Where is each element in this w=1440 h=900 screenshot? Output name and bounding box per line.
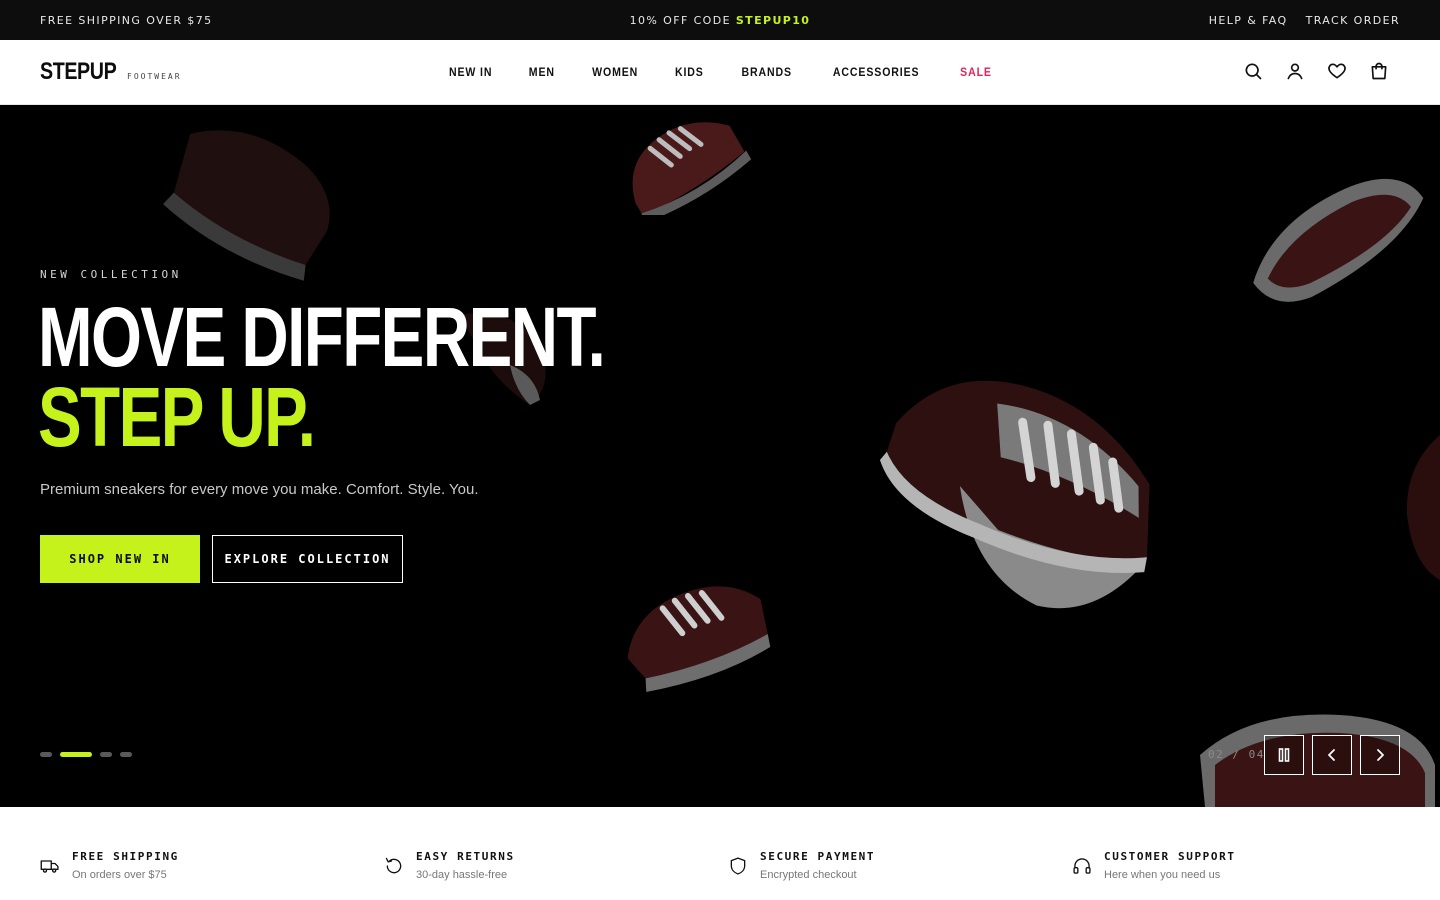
slide-separator: /	[1224, 748, 1249, 761]
feature-secure-payment: SECURE PAYMENT Encrypted checkout	[728, 850, 875, 881]
hero-headline-line2: STEP UP.	[38, 370, 316, 464]
hero-headline-line1: MOVE DIFFERENT.	[38, 290, 606, 384]
hero-headline: MOVE DIFFERENT. STEP UP.	[38, 290, 606, 464]
pause-icon	[1278, 748, 1290, 762]
feature-title: EASY RETURNS	[416, 850, 515, 863]
slide-counter: 02 / 04	[1208, 748, 1265, 761]
next-slide-button[interactable]	[1360, 735, 1400, 775]
help-faq-link[interactable]: HELP & FAQ	[1209, 14, 1288, 27]
slide-dot-3[interactable]	[100, 752, 112, 757]
free-shipping-notice: FREE SHIPPING OVER $75	[40, 13, 213, 27]
logo-wordmark: STEPUP	[40, 58, 117, 85]
feature-description: Here when you need us	[1104, 869, 1221, 881]
feature-customer-support: CUSTOMER SUPPORT Here when you need us	[1072, 850, 1236, 881]
cart-icon[interactable]	[1368, 60, 1390, 82]
slide-total: 04	[1248, 748, 1265, 761]
nav-women[interactable]: WOMEN	[592, 65, 638, 79]
utility-links: HELP & FAQ TRACK ORDER	[1209, 14, 1400, 27]
feature-title: SECURE PAYMENT	[760, 850, 876, 863]
slide-dot-2[interactable]	[60, 752, 92, 757]
nav-accessories[interactable]: ACCESSORIES	[833, 65, 920, 79]
features-strip: FREE SHIPPING On orders over $75 EASY RE…	[0, 807, 1440, 900]
logo[interactable]: STEPUP FOOTWEAR	[40, 58, 182, 86]
slide-current: 02	[1208, 748, 1225, 761]
feature-easy-returns: EASY RETURNS 30-day hassle-free	[384, 850, 515, 881]
feature-description: Encrypted checkout	[760, 869, 857, 881]
hero-subtitle: Premium sneakers for every move you make…	[40, 481, 479, 498]
nav-sale[interactable]: SALE	[960, 65, 992, 79]
feature-description: 30-day hassle-free	[416, 869, 508, 881]
feature-title: FREE SHIPPING	[72, 850, 179, 863]
logo-subtitle: FOOTWEAR	[127, 72, 182, 81]
search-icon[interactable]	[1242, 60, 1264, 82]
nav-kids[interactable]: KIDS	[675, 65, 704, 79]
account-icon[interactable]	[1284, 60, 1306, 82]
hero-eyebrow: NEW COLLECTION	[40, 268, 182, 281]
chevron-left-icon	[1328, 749, 1335, 761]
previous-slide-button[interactable]	[1312, 735, 1352, 775]
header-actions	[1242, 60, 1390, 82]
announcement-bar: FREE SHIPPING OVER $75 10% OFF CODE STEP…	[0, 0, 1440, 40]
truck-icon	[40, 860, 59, 873]
promo-text: 10% OFF CODE	[629, 13, 736, 27]
feature-description: On orders over $75	[72, 869, 167, 881]
sneaker-image-bottom-center	[627, 586, 771, 692]
sneaker-image-center	[879, 380, 1150, 609]
shop-new-in-button[interactable]: SHOP NEW IN	[40, 535, 200, 583]
sneaker-image-left-top	[163, 130, 330, 281]
nav-new-in[interactable]: NEW IN	[449, 65, 492, 79]
track-order-link[interactable]: TRACK ORDER	[1306, 14, 1400, 27]
feature-free-shipping: FREE SHIPPING On orders over $75	[40, 850, 179, 881]
headphones-icon	[1073, 858, 1091, 874]
nav-brands[interactable]: BRANDS	[742, 65, 792, 79]
site-header: NEW IN MEN WOMEN KIDS BRANDS ACCESSORIES…	[0, 40, 1440, 105]
explore-collection-button[interactable]: EXPLORE COLLECTION	[212, 535, 403, 583]
chevron-right-icon	[1377, 749, 1384, 761]
promo-code: STEPUP10	[735, 13, 811, 27]
slide-dot-1[interactable]	[40, 752, 52, 757]
nav-men[interactable]: MEN	[529, 65, 555, 79]
main-nav: NEW IN MEN WOMEN KIDS BRANDS ACCESSORIES…	[0, 40, 1440, 104]
shield-icon	[730, 857, 746, 875]
sneaker-image-right-edge	[1406, 435, 1440, 580]
hero-banner: NEW COLLECTION MOVE DIFFERENT. STEP UP. …	[0, 105, 1440, 807]
sneaker-image-right-top	[1253, 178, 1424, 302]
slide-dot-4[interactable]	[120, 752, 132, 757]
slide-indicators	[40, 752, 132, 757]
feature-title: CUSTOMER SUPPORT	[1104, 850, 1236, 863]
return-icon	[385, 857, 402, 874]
sneaker-image-top	[632, 122, 752, 215]
pause-button[interactable]	[1264, 735, 1304, 775]
wishlist-icon[interactable]	[1326, 60, 1348, 82]
